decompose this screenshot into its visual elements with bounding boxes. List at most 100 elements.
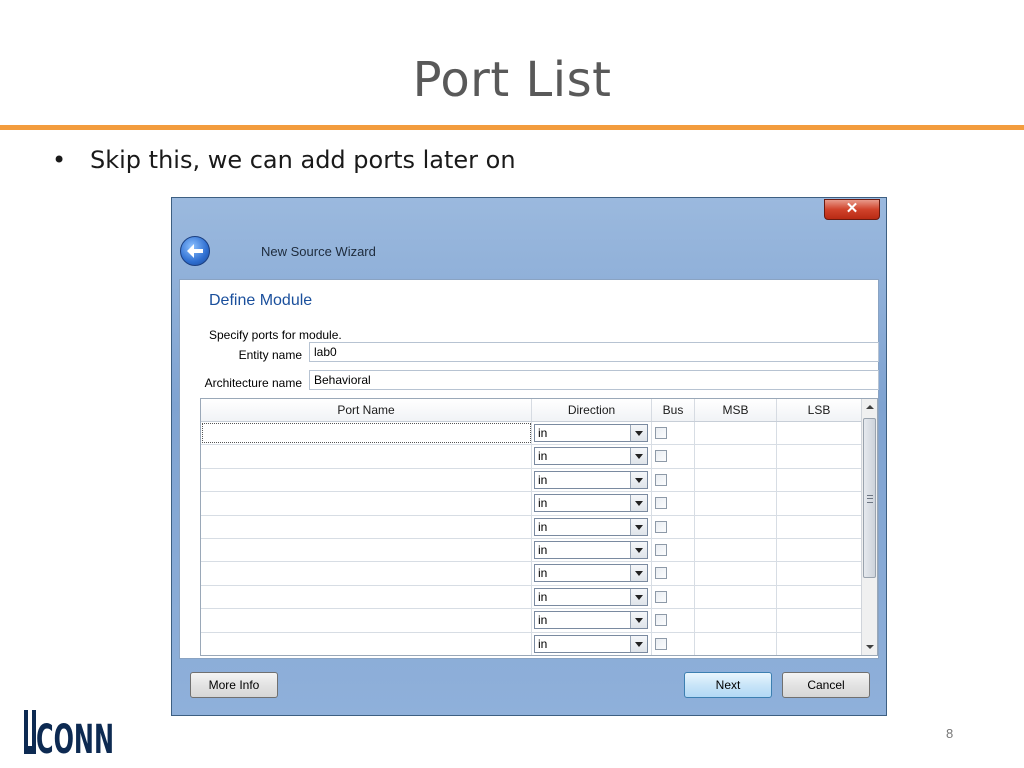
port-name-cell[interactable] [201, 609, 532, 632]
vertical-scrollbar[interactable] [861, 399, 877, 655]
direction-select[interactable]: in [534, 494, 648, 513]
bullet-dot-icon: • [52, 146, 67, 174]
direction-select[interactable]: in [534, 470, 648, 489]
port-name-cell[interactable] [201, 492, 532, 515]
port-name-cell[interactable] [201, 562, 532, 585]
msb-cell[interactable] [695, 585, 777, 609]
bus-checkbox[interactable] [655, 520, 667, 533]
msb-cell[interactable] [695, 422, 777, 445]
lsb-cell[interactable] [777, 633, 861, 655]
column-header-msb[interactable]: MSB [695, 399, 777, 421]
direction-cell: in [532, 585, 652, 609]
uconn-logo: CONN [24, 708, 116, 763]
msb-cell[interactable] [695, 538, 777, 562]
lsb-cell[interactable] [777, 609, 861, 631]
scroll-down-icon[interactable] [862, 638, 877, 655]
lsb-cell[interactable] [777, 445, 861, 467]
bus-checkbox[interactable] [655, 497, 667, 510]
lsb-cell[interactable] [777, 562, 861, 584]
instruction-text: Specify ports for module. [209, 328, 342, 342]
architecture-name-label: Architecture name [204, 376, 302, 390]
bullet-item: • Skip this, we can add ports later on [52, 146, 516, 174]
chevron-down-icon[interactable] [630, 612, 647, 629]
lsb-cell[interactable] [777, 422, 861, 444]
column-header-direction[interactable]: Direction [532, 399, 652, 421]
close-button[interactable]: ✕ [824, 199, 880, 220]
direction-select[interactable]: in [534, 634, 648, 653]
bus-checkbox[interactable] [655, 567, 667, 580]
more-info-button[interactable]: More Info [190, 672, 278, 698]
table-row: in [201, 445, 861, 469]
port-name-cell[interactable] [201, 468, 532, 492]
table-row: in [201, 632, 861, 655]
chevron-down-icon[interactable] [630, 518, 647, 535]
msb-cell[interactable] [695, 492, 777, 515]
port-name-cell[interactable] [201, 538, 532, 562]
column-header-bus[interactable]: Bus [652, 399, 695, 421]
msb-cell[interactable] [695, 562, 777, 585]
msb-cell[interactable] [695, 609, 777, 632]
port-name-cell[interactable] [201, 445, 532, 468]
bus-checkbox[interactable] [655, 427, 667, 439]
bus-cell [652, 515, 695, 538]
table-row: in [201, 609, 861, 633]
chevron-down-icon[interactable] [630, 635, 647, 652]
chevron-down-icon[interactable] [630, 425, 647, 441]
direction-select[interactable]: in [534, 611, 648, 630]
bullet-text: Skip this, we can add ports later on [90, 146, 516, 174]
next-button[interactable]: Next [684, 672, 772, 698]
port-name-cell[interactable] [201, 585, 532, 609]
port-name-cell[interactable] [201, 632, 532, 655]
direction-cell: in [532, 632, 652, 655]
msb-cell[interactable] [695, 468, 777, 492]
lsb-cell[interactable] [777, 492, 861, 514]
direction-cell: in [532, 492, 652, 515]
entity-name-input[interactable]: lab0 [309, 342, 879, 362]
cancel-button[interactable]: Cancel [782, 672, 870, 698]
msb-cell[interactable] [695, 515, 777, 538]
bus-checkbox[interactable] [655, 590, 667, 603]
lsb-cell[interactable] [777, 469, 861, 491]
msb-cell[interactable] [695, 632, 777, 655]
scroll-up-icon[interactable] [862, 399, 877, 416]
scrollbar-thumb[interactable] [863, 418, 876, 578]
port-name-cell[interactable] [201, 422, 532, 445]
slide-title: Port List [412, 52, 612, 108]
lsb-cell[interactable] [777, 516, 861, 538]
bus-checkbox[interactable] [655, 614, 667, 627]
lsb-cell[interactable] [777, 586, 861, 608]
chevron-down-icon[interactable] [630, 495, 647, 512]
chevron-down-icon[interactable] [630, 448, 647, 465]
bus-cell [652, 562, 695, 585]
column-header-port-name[interactable]: Port Name [201, 399, 532, 421]
direction-select[interactable]: in [534, 424, 648, 442]
port-name-cell[interactable] [201, 515, 532, 538]
window-title: New Source Wizard [261, 244, 376, 259]
direction-select[interactable]: in [534, 587, 648, 606]
chevron-down-icon[interactable] [630, 565, 647, 582]
window-titlebar[interactable]: ✕ New Source Wizard [172, 198, 886, 280]
direction-select[interactable]: in [534, 447, 648, 466]
bus-checkbox[interactable] [655, 637, 667, 650]
bus-checkbox[interactable] [655, 543, 667, 556]
msb-cell[interactable] [695, 445, 777, 468]
chevron-down-icon[interactable] [630, 471, 647, 488]
direction-cell: in [532, 515, 652, 538]
direction-select[interactable]: in [534, 564, 648, 583]
chevron-down-icon[interactable] [630, 588, 647, 605]
chevron-down-icon[interactable] [630, 541, 647, 558]
direction-select[interactable]: in [534, 517, 648, 536]
column-header-lsb[interactable]: LSB [777, 399, 861, 421]
architecture-name-input[interactable]: Behavioral [309, 370, 879, 390]
back-arrow-icon[interactable] [180, 236, 210, 266]
title-divider [0, 125, 1024, 130]
direction-cell: in [532, 609, 652, 632]
direction-value: in [538, 519, 548, 534]
bus-checkbox[interactable] [655, 450, 667, 463]
bus-checkbox[interactable] [655, 473, 667, 486]
lsb-cell[interactable] [777, 539, 861, 561]
bus-cell [652, 492, 695, 515]
direction-cell: in [532, 468, 652, 492]
direction-select[interactable]: in [534, 540, 648, 559]
direction-value: in [538, 589, 548, 604]
